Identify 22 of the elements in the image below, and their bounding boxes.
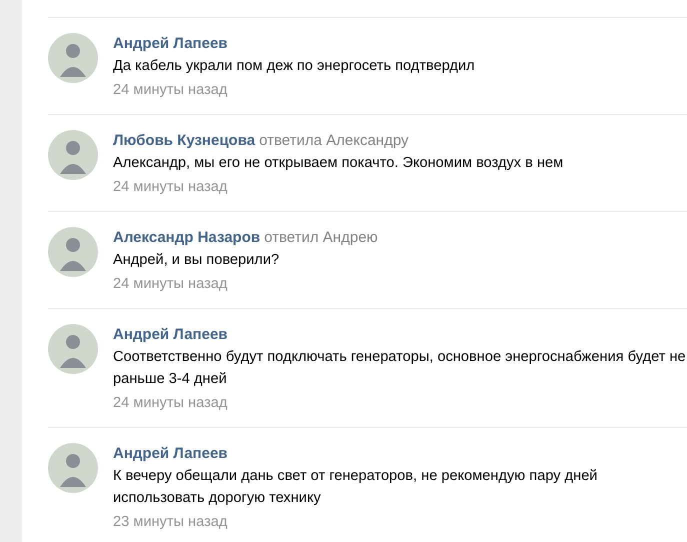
avatar-icon[interactable]: [48, 130, 98, 180]
comment-time[interactable]: 24 минуты назад: [113, 392, 687, 414]
comment-time[interactable]: 24 минуты назад: [113, 176, 564, 198]
reply-to-text[interactable]: ответил Андрею: [264, 227, 378, 249]
author-name[interactable]: Андрей Лапеев: [113, 33, 228, 55]
avatar-icon[interactable]: [48, 324, 98, 374]
author-name[interactable]: Александр Назаров: [113, 227, 260, 249]
author-name[interactable]: Андрей Лапеев: [113, 324, 228, 346]
comment-text: Андрей, и вы поверили?: [113, 251, 280, 270]
avatar-icon[interactable]: [48, 33, 98, 83]
comment-text: Александр, мы его не открываем покачто. Экономим воздух в нем: [113, 154, 564, 173]
comment-time[interactable]: 24 минуты назад: [113, 273, 378, 295]
avatar-icon[interactable]: [48, 443, 98, 493]
avatar-icon[interactable]: [48, 227, 98, 277]
comment-text: Соответственно будут подключать генераторы, основное энергоснабжения будет не раньше 3-4 дней: [113, 348, 687, 389]
comment-text: К вечеру обещали дань свет от генераторов, не рекомендую пару дней использовать дорогую технику: [113, 467, 598, 508]
author-name[interactable]: Андрей Лапеев: [113, 443, 228, 465]
comment-text: Да кабель украли пом деж по энергосеть подтвердил: [113, 57, 475, 76]
comment-time[interactable]: 23 минуты назад: [113, 511, 687, 533]
author-name[interactable]: Любовь Кузнецова: [113, 130, 256, 152]
reply-to-text[interactable]: ответила Александру: [259, 130, 409, 152]
comment-time[interactable]: 24 минуты назад: [113, 79, 475, 101]
